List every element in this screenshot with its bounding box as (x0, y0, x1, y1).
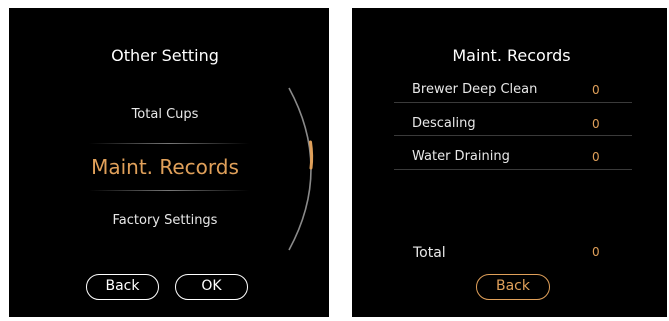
scroll-arc-indicator (288, 87, 314, 251)
back-button[interactable]: Back (86, 274, 159, 300)
selection-divider-bottom (89, 190, 249, 191)
menu-item-maint-records[interactable]: Maint. Records (9, 155, 325, 179)
record-label: Brewer Deep Clean (412, 82, 538, 97)
record-row-water-draining: Water Draining 0 (394, 149, 632, 169)
ok-button[interactable]: OK (175, 274, 248, 300)
other-setting-screen: Other Setting Total Cups Maint. Records … (9, 8, 329, 317)
total-label: Total (413, 245, 446, 261)
row-divider (394, 102, 632, 103)
row-divider (394, 169, 632, 170)
record-row-descaling: Descaling 0 (394, 116, 632, 136)
row-divider (394, 135, 632, 136)
record-row-brewer-deep-clean: Brewer Deep Clean 0 (394, 82, 632, 102)
total-value: 0 (592, 245, 600, 259)
selection-divider-top (89, 143, 249, 144)
screen-title: Maint. Records (452, 46, 571, 65)
menu-item-total-cups[interactable]: Total Cups (9, 107, 325, 122)
screen-title: Other Setting (111, 46, 219, 65)
maint-records-screen: Maint. Records Brewer Deep Clean 0 Desca… (352, 8, 667, 317)
record-value: 0 (592, 150, 600, 164)
menu-item-factory-settings[interactable]: Factory Settings (9, 213, 325, 228)
record-value: 0 (592, 117, 600, 131)
record-value: 0 (592, 83, 600, 97)
back-button[interactable]: Back (476, 274, 550, 300)
record-label: Descaling (412, 116, 476, 131)
record-label: Water Draining (412, 149, 510, 164)
